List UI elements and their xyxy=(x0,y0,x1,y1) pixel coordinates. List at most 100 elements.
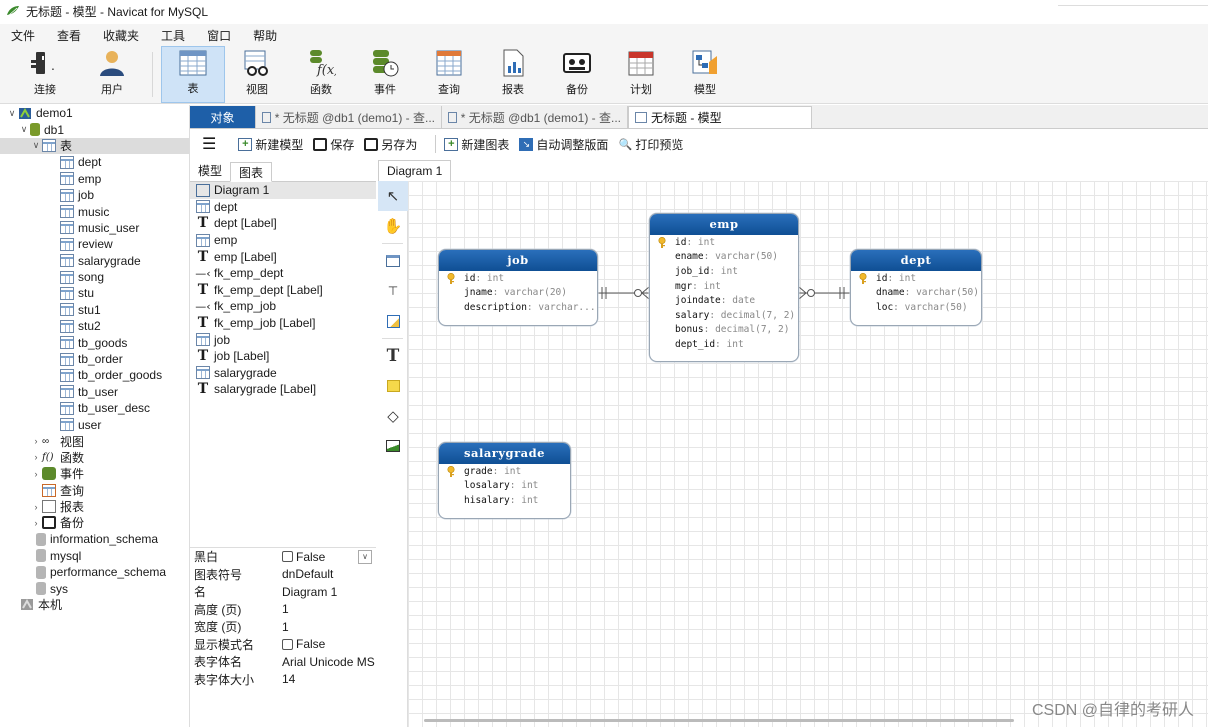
tree-db-performance_schema[interactable]: performance_schema xyxy=(0,564,189,580)
object-item[interactable]: Tjob [Label] xyxy=(190,348,376,365)
relation-fk-emp-job[interactable] xyxy=(597,286,650,300)
object-item[interactable]: Tfk_emp_job [Label] xyxy=(190,315,376,332)
entity-field[interactable]: job_id: int xyxy=(650,264,798,279)
auto-layout-button[interactable]: ↘ 自动调整版面 xyxy=(519,136,608,153)
user-button[interactable]: 用户 xyxy=(80,46,144,103)
entity-field[interactable]: hisalary: int xyxy=(439,493,570,508)
tree-table-user[interactable]: user xyxy=(0,416,189,432)
entity-field[interactable]: dept_id: int xyxy=(650,337,798,352)
entity-field[interactable]: grade: int xyxy=(439,464,570,479)
diagram-canvas[interactable]: job id: int jname: varchar(20) description… xyxy=(408,181,1208,727)
chevron-right-icon[interactable]: › xyxy=(30,469,42,479)
new-diagram-button[interactable]: + 新建图表 xyxy=(444,136,509,153)
tree-tables-node[interactable]: ∨ 表 xyxy=(0,137,189,155)
tree-table-song[interactable]: song xyxy=(0,269,189,285)
menu-file[interactable]: 文件 xyxy=(0,27,46,44)
entity-salarygrade[interactable]: salarygrade grade: int losalary: int hisal… xyxy=(438,442,571,519)
query-button[interactable]: 查询 xyxy=(417,46,481,103)
schedule-button[interactable]: 计划 xyxy=(609,46,673,103)
chevron-down-icon[interactable]: ∨ xyxy=(358,549,372,564)
property-row[interactable]: 高度 (页) 1 xyxy=(190,601,376,619)
entity-job[interactable]: job id: int jname: varchar(20) description… xyxy=(438,249,598,326)
pointer-tool-icon[interactable]: ↖ xyxy=(378,181,408,211)
menu-window[interactable]: 窗口 xyxy=(196,27,242,44)
tab-diagram-objects[interactable]: 图表 xyxy=(230,162,273,182)
new-model-button[interactable]: + 新建模型 xyxy=(238,136,303,153)
chevron-right-icon[interactable]: › xyxy=(30,452,42,462)
entity-field[interactable]: jname: varchar(20) xyxy=(439,286,597,301)
object-item[interactable]: Tsalarygrade [Label] xyxy=(190,381,376,398)
tree-table-tb_order[interactable]: tb_order xyxy=(0,351,189,367)
tree-table-tb_user_desc[interactable]: tb_user_desc xyxy=(0,400,189,416)
entity-field[interactable]: id: int xyxy=(439,271,597,286)
report-button[interactable]: 报表 xyxy=(481,46,545,103)
tree-views[interactable]: › ∞ 视图 xyxy=(0,433,189,449)
relation-tool-icon[interactable]: ⊤ xyxy=(378,276,408,306)
checkbox-icon[interactable] xyxy=(282,551,293,563)
entity-field[interactable]: salary: decimal(7, 2) xyxy=(650,308,798,323)
menu-view[interactable]: 查看 xyxy=(46,27,92,44)
entity-field[interactable]: losalary: int xyxy=(439,479,570,494)
object-item[interactable]: job xyxy=(190,331,376,348)
chevron-down-icon[interactable]: ∨ xyxy=(6,108,18,119)
new-layer-tool-icon[interactable] xyxy=(378,306,408,336)
entity-field[interactable]: dname: varchar(50) xyxy=(851,286,981,301)
new-table-tool-icon[interactable] xyxy=(378,246,408,276)
save-button[interactable]: 保存 xyxy=(313,136,354,153)
tree-local[interactable]: 本机 xyxy=(0,597,189,613)
tab-model[interactable]: 无标题 - 模型 xyxy=(628,106,812,128)
property-row[interactable]: 显示模式名 False xyxy=(190,636,376,654)
tree-backups[interactable]: › 备份 xyxy=(0,515,189,531)
tree-table-stu1[interactable]: stu1 xyxy=(0,302,189,318)
tree-table-dept[interactable]: dept xyxy=(0,154,189,170)
tree-table-stu[interactable]: stu xyxy=(0,285,189,301)
print-preview-button[interactable]: 🔍 打印预览 xyxy=(618,136,684,153)
entity-dept[interactable]: dept id: int dname: varchar(50) loc: varch… xyxy=(850,249,982,326)
entity-field[interactable]: mgr: int xyxy=(650,279,798,294)
label-tool-icon[interactable]: T xyxy=(378,341,408,371)
property-row[interactable]: 宽度 (页) 1 xyxy=(190,618,376,636)
tree-table-music[interactable]: music xyxy=(0,203,189,219)
tab-model-objects[interactable]: 模型 xyxy=(190,161,230,181)
property-row[interactable]: 名 Diagram 1 xyxy=(190,583,376,601)
object-item[interactable]: Tdept [Label] xyxy=(190,215,376,232)
connect-button[interactable]: . 连接 xyxy=(10,46,80,103)
tree-functions[interactable]: › f() 函数 xyxy=(0,449,189,465)
tree-db-information_schema[interactable]: information_schema xyxy=(0,531,189,547)
chevron-right-icon[interactable]: › xyxy=(30,502,42,512)
note-tool-icon[interactable] xyxy=(378,371,408,401)
tree-queries[interactable]: 查询 xyxy=(0,482,189,498)
checkbox-icon[interactable] xyxy=(282,638,293,650)
tab-objects[interactable]: 对象 xyxy=(190,106,256,128)
entity-field[interactable]: joindate: date xyxy=(650,293,798,308)
relation-fk-emp-dept[interactable] xyxy=(798,286,850,300)
image-tool-icon[interactable] xyxy=(378,431,408,461)
property-row[interactable]: 黑白 False ∨ xyxy=(190,548,376,566)
property-row[interactable]: 表字体大小 14 xyxy=(190,671,376,689)
tree-db-mysql[interactable]: mysql xyxy=(0,548,189,564)
chevron-down-icon[interactable]: ∨ xyxy=(18,124,30,135)
view-button[interactable]: 视图 xyxy=(225,46,289,103)
hamburger-menu-button[interactable]: ☰ xyxy=(202,134,216,154)
model-button[interactable]: 模型 xyxy=(673,46,737,103)
property-row[interactable]: 图表符号 dnDefault xyxy=(190,566,376,584)
save-as-button[interactable]: 另存为 xyxy=(364,136,417,153)
tree-table-job[interactable]: job xyxy=(0,187,189,203)
entity-field[interactable]: id: int xyxy=(851,271,981,286)
object-item[interactable]: —‹ fk_emp_dept xyxy=(190,265,376,282)
tree-connection[interactable]: ∨ demo1 xyxy=(0,105,189,121)
tab-query-2[interactable]: * 无标题 @db1 (demo1) - 查... xyxy=(442,106,628,128)
object-item[interactable]: emp xyxy=(190,232,376,249)
hand-tool-icon[interactable]: ✋ xyxy=(378,211,408,241)
property-row[interactable]: 表字体名 Arial Unicode MS xyxy=(190,653,376,671)
object-item[interactable]: dept xyxy=(190,199,376,216)
menu-tools[interactable]: 工具 xyxy=(150,27,196,44)
tree-table-emp[interactable]: emp xyxy=(0,171,189,187)
entity-field[interactable]: description: varchar... xyxy=(439,300,597,315)
object-item[interactable]: Diagram 1 xyxy=(190,182,376,199)
object-item[interactable]: Temp [Label] xyxy=(190,248,376,265)
tree-database[interactable]: ∨ db1 xyxy=(0,121,189,137)
object-item[interactable]: —‹ fk_emp_job xyxy=(190,298,376,315)
function-button[interactable]: f(x) 函数 xyxy=(289,46,353,103)
shape-tool-icon[interactable]: ◇ xyxy=(378,401,408,431)
